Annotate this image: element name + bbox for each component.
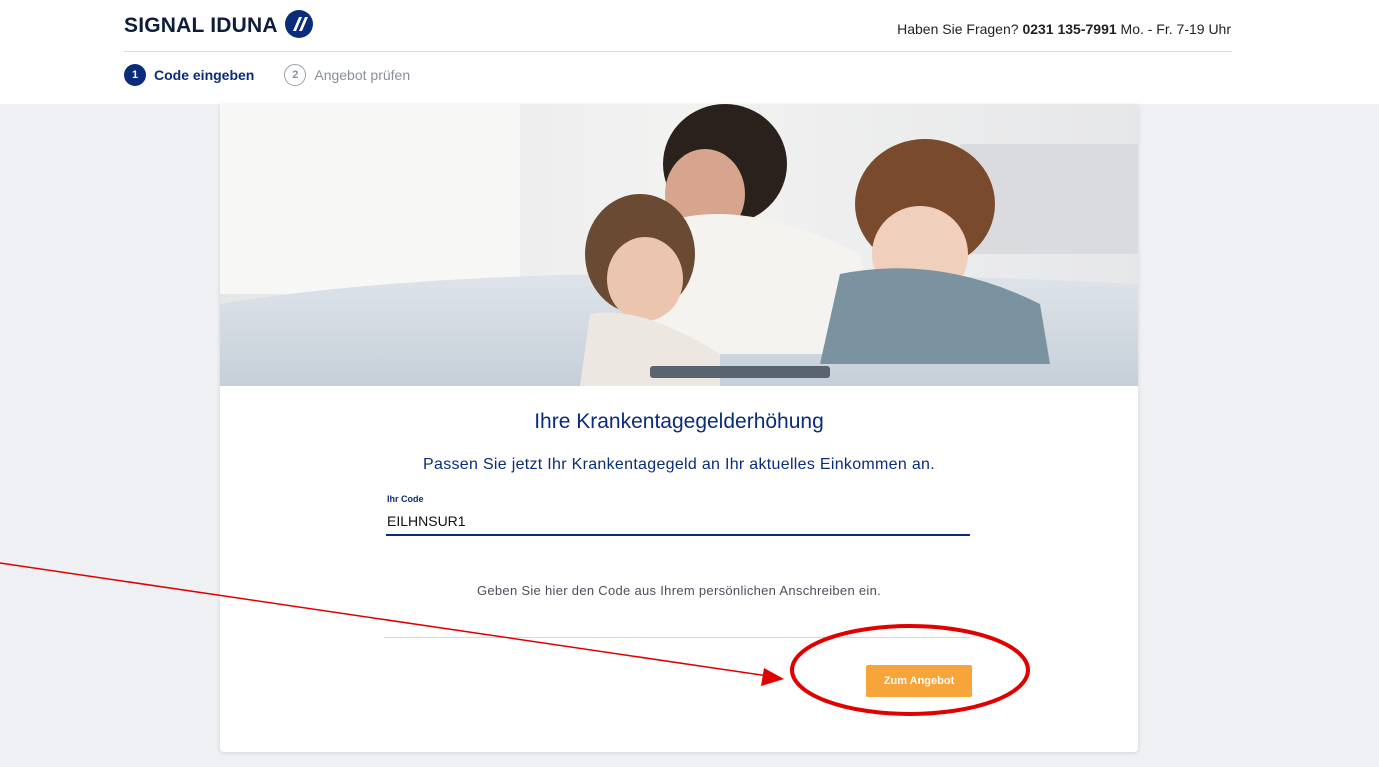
zum-angebot-button[interactable]: Zum Angebot: [866, 665, 972, 697]
contact-hours: Mo. - Fr. 7-19 Uhr: [1120, 21, 1231, 37]
family-photo-icon: [220, 104, 1138, 386]
form-divider: [384, 637, 970, 638]
page-subtitle: Passen Sie jetzt Ihr Krankentagegeld an …: [423, 456, 935, 473]
code-input[interactable]: [386, 508, 970, 536]
brand-name: SIGNAL IDUNA: [124, 14, 278, 37]
hero-image: [220, 104, 1138, 386]
step-indicator: 1 Code eingeben 2 Angebot prüfen: [124, 64, 410, 86]
step-angebot-pruefen: 2 Angebot prüfen: [284, 64, 410, 86]
contact-phone[interactable]: 0231 135-7991: [1022, 21, 1116, 37]
code-hint: Geben Sie hier den Code aus Ihrem persön…: [476, 583, 882, 598]
code-field-label: Ihr Code: [387, 494, 424, 504]
signal-iduna-logo-icon: [284, 9, 314, 43]
step-number: 1: [124, 64, 146, 86]
step-label: Code eingeben: [154, 67, 255, 83]
contact-prefix: Haben Sie Fragen?: [897, 21, 1019, 37]
page-header: SIGNAL IDUNA Haben Sie Fragen? 0231 135-…: [0, 0, 1379, 104]
brand-logo[interactable]: SIGNAL IDUNA: [124, 8, 314, 44]
step-code-eingeben: 1 Code eingeben: [124, 64, 254, 86]
contact-info: Haben Sie Fragen? 0231 135-7991 Mo. - Fr…: [897, 21, 1231, 37]
code-field: Ihr Code: [386, 492, 970, 537]
page-title: Ihre Krankentagegelderhöhung: [534, 410, 824, 433]
step-number: 2: [284, 64, 307, 86]
header-divider: [124, 51, 1232, 52]
step-label: Angebot prüfen: [314, 67, 411, 83]
